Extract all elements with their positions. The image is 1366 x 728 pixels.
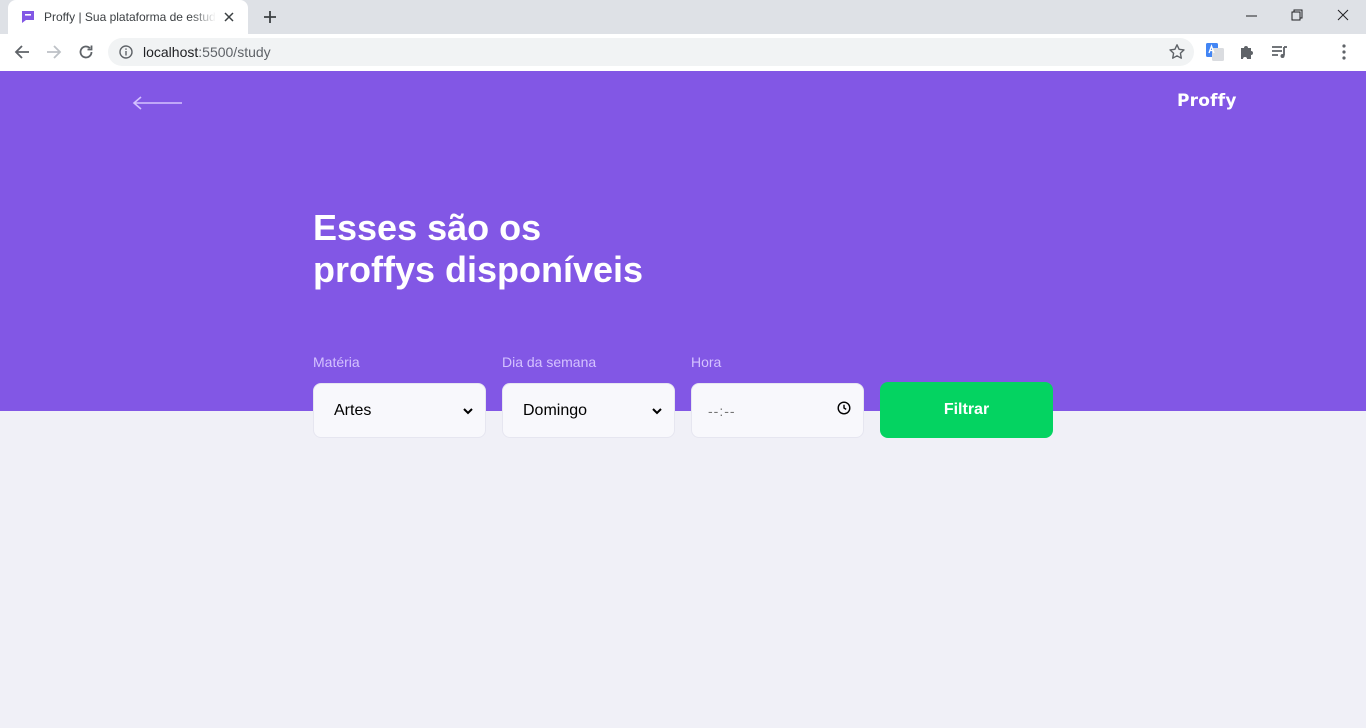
page-content: Proffy Esses são os proffys disponíveis … bbox=[0, 71, 1366, 728]
subject-label: Matéria bbox=[313, 354, 360, 370]
chevron-down-icon bbox=[652, 402, 662, 420]
translate-icon[interactable] bbox=[1205, 42, 1225, 62]
url-host: localhost bbox=[143, 44, 199, 60]
tab-bar: Proffy | Sua plataforma de estudos bbox=[0, 0, 1366, 34]
address-bar[interactable]: localhost:5500/study bbox=[108, 38, 1194, 66]
page-title-line-2: proffys disponíveis bbox=[313, 249, 644, 290]
close-icon[interactable] bbox=[220, 8, 238, 26]
weekday-label: Dia da semana bbox=[502, 354, 597, 370]
time-input[interactable]: --:-- bbox=[691, 383, 864, 438]
weekday-select-value: Domingo bbox=[523, 401, 588, 419]
info-icon[interactable] bbox=[118, 44, 134, 60]
reload-icon[interactable] bbox=[72, 38, 100, 66]
media-icon[interactable] bbox=[1269, 42, 1289, 62]
tab-active[interactable]: Proffy | Sua plataforma de estudos bbox=[8, 0, 248, 34]
tab-title: Proffy | Sua plataforma de estudos bbox=[44, 10, 216, 24]
close-window-icon[interactable] bbox=[1320, 0, 1366, 30]
url-path: :5500/study bbox=[198, 44, 271, 60]
page-title-line-1: Esses são os bbox=[313, 207, 542, 248]
menu-icon[interactable] bbox=[1334, 42, 1354, 62]
page-header: Proffy Esses são os proffys disponíveis bbox=[0, 71, 1366, 411]
time-input-value: --:-- bbox=[708, 402, 736, 419]
proffy-favicon-icon bbox=[20, 9, 36, 25]
url-text: localhost:5500/study bbox=[143, 44, 271, 60]
weekday-select[interactable]: Domingo bbox=[502, 383, 675, 438]
clock-icon[interactable] bbox=[837, 401, 851, 420]
plus-icon[interactable] bbox=[258, 6, 282, 28]
page-title: Esses são os proffys disponíveis bbox=[313, 207, 733, 291]
restore-icon[interactable] bbox=[1274, 0, 1320, 30]
subject-select-value: Artes bbox=[334, 401, 372, 419]
forward-icon[interactable] bbox=[40, 38, 68, 66]
time-label: Hora bbox=[691, 354, 722, 370]
arrow-left-icon[interactable] bbox=[132, 95, 184, 111]
subject-select[interactable]: Artes bbox=[313, 383, 486, 438]
browser-toolbar: localhost:5500/study bbox=[0, 34, 1366, 71]
back-icon[interactable] bbox=[8, 38, 36, 66]
logo: Proffy bbox=[1177, 91, 1237, 111]
chevron-down-icon bbox=[463, 402, 473, 420]
filter-submit-button[interactable]: Filtrar bbox=[880, 382, 1053, 438]
puzzle-icon[interactable] bbox=[1237, 42, 1257, 62]
star-icon[interactable] bbox=[1168, 43, 1186, 61]
minimize-icon[interactable] bbox=[1228, 0, 1274, 30]
